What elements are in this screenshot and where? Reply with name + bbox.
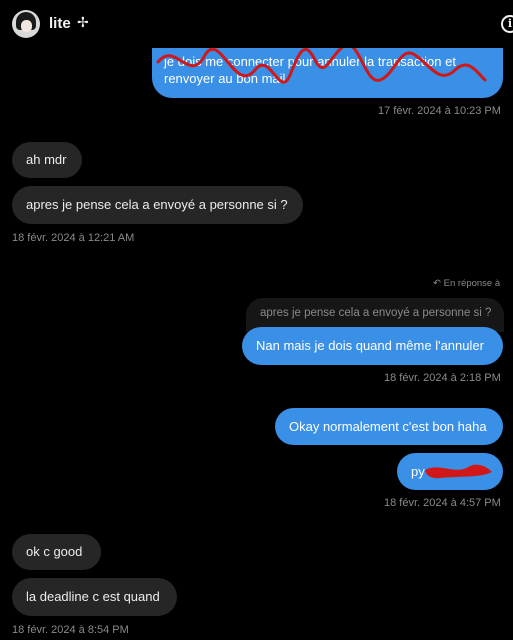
message-bubble-incoming[interactable]: ah mdr (12, 142, 82, 178)
message-text-line: je dois me connecter pour annuler la tra… (164, 54, 456, 69)
chat-header: lite ✢ i (0, 0, 513, 48)
message-bubble-incoming[interactable]: la deadline c est quand (12, 578, 177, 616)
avatar[interactable] (12, 10, 40, 38)
message-text: apres je pense cela a envoyé a personne … (26, 197, 288, 212)
message-bubble-incoming[interactable]: apres je pense cela a envoyé a personne … (12, 186, 303, 224)
message-bubble-outgoing[interactable]: Okay normalement c'est bon haha (275, 408, 503, 445)
message-text: Nan mais je dois quand même l'annuler (256, 338, 484, 353)
reply-label-text: En réponse à (443, 278, 501, 289)
reply-preview-text: apres je pense cela a envoyé a personne … (260, 307, 492, 319)
username[interactable]: lite (49, 15, 71, 32)
timestamp: 17 févr. 2024 à 10:23 PM (378, 105, 501, 117)
timestamp: 18 févr. 2024 à 4:57 PM (384, 497, 501, 509)
message-text-line: renvoyer au bon mail (164, 71, 286, 86)
message-bubble-outgoing[interactable]: py (397, 453, 503, 490)
message-bubble-outgoing[interactable]: Nan mais je dois quand même l'annuler (242, 327, 503, 365)
reply-label: ↶ En réponse à (433, 278, 500, 289)
timestamp: 18 févr. 2024 à 12:21 AM (12, 232, 135, 244)
message-text: ah mdr (26, 152, 67, 167)
message-text: Okay normalement c'est bon haha (289, 419, 487, 434)
timestamp: 18 févr. 2024 à 8:54 PM (12, 624, 129, 636)
info-icon[interactable]: i (501, 15, 513, 33)
cross-icon: ✢ (77, 14, 89, 30)
timestamp: 18 févr. 2024 à 2:18 PM (384, 372, 501, 384)
message-text: la deadline c est quand (26, 589, 160, 604)
message-text: py (411, 464, 425, 479)
message-text: ok c good (26, 544, 83, 559)
message-bubble-incoming[interactable]: ok c good (12, 534, 101, 570)
reply-arrow-icon: ↶ (433, 278, 441, 289)
